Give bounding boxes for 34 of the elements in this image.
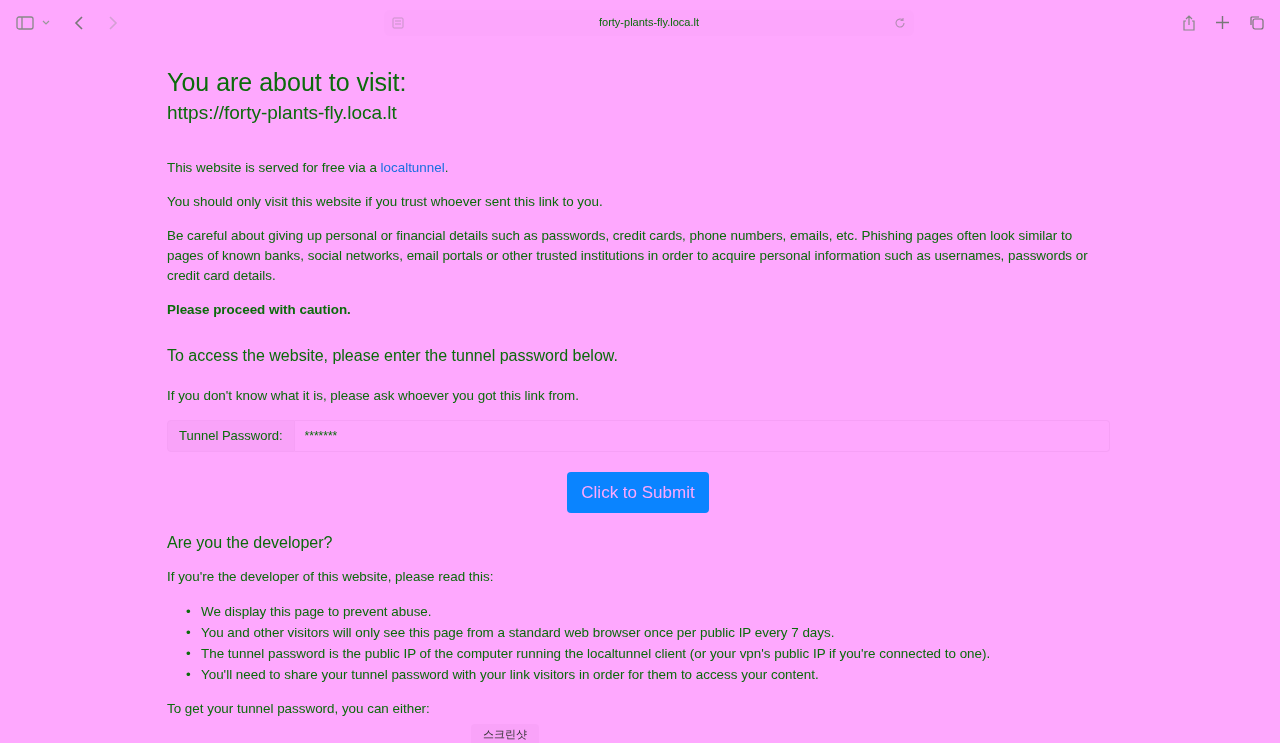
page-heading: You are about to visit: <box>167 67 408 97</box>
forward-icon[interactable] <box>108 15 118 30</box>
tooltip: 스크린샷 <box>471 724 539 743</box>
bullet-text: You'll need to share your tunnel password with your link visitors in order for them to access your content. <box>201 666 819 684</box>
page-icon <box>392 16 404 29</box>
bullet-marker: • <box>186 645 192 663</box>
section-heading: Are you the developer? <box>167 533 334 553</box>
localtunnel-link[interactable]: localtunnel <box>380 160 445 175</box>
field-label: Tunnel Password: <box>167 420 295 452</box>
plus-icon[interactable] <box>1216 16 1229 29</box>
password-input[interactable]: ******* <box>294 420 1110 452</box>
bullet-marker: • <box>186 624 192 642</box>
chevron-down-icon[interactable] <box>42 19 50 26</box>
body-paragraph: Be careful about giving up personal or financial details such as passwords, credit cards, phone numbers, emails, etc. Phishing pages often look similar to pages of known banks, social networks, email portals or other trusted institutions in order to acquire personal information such as usernames, passwords or credit card details. <box>167 227 1089 285</box>
bullet-marker: • <box>186 666 192 684</box>
hint-text: If you don't know what it is, please ask whoever you got this link from. <box>167 387 580 405</box>
intro-text: This website is served for free via a localtunnel. <box>167 159 450 177</box>
share-icon[interactable] <box>1182 14 1196 31</box>
developer-intro: If you're the developer of this website, please read this: <box>167 568 495 586</box>
sidebar-icon[interactable] <box>16 15 34 30</box>
back-icon[interactable] <box>74 15 84 30</box>
address-text: forty-plants-fly.loca.lt <box>597 15 701 31</box>
bullet-text: We display this page to prevent abuse. <box>201 603 432 621</box>
submit-button[interactable]: Click to Submit <box>567 472 709 513</box>
bullet-text: The tunnel password is the public IP of the computer running the localtunnel client (or your vpn's public IP if you're connected to one). <box>201 645 991 663</box>
outro-text: To get your tunnel password, you can either: <box>167 700 431 718</box>
caution-text: Please proceed with caution. <box>167 301 352 319</box>
reload-icon[interactable] <box>894 16 906 29</box>
section-heading: To access the website, please enter the tunnel password below. <box>167 346 619 366</box>
tabs-icon[interactable] <box>1249 15 1264 30</box>
body-paragraph: You should only visit this website if you trust whoever sent this link to you. <box>167 193 604 211</box>
bullet-text: You and other visitors will only see this page from a standard web browser once per public IP every 7 days. <box>201 624 835 642</box>
bullet-marker: • <box>186 603 192 621</box>
url-heading: https://forty-plants-fly.loca.lt <box>167 101 398 125</box>
